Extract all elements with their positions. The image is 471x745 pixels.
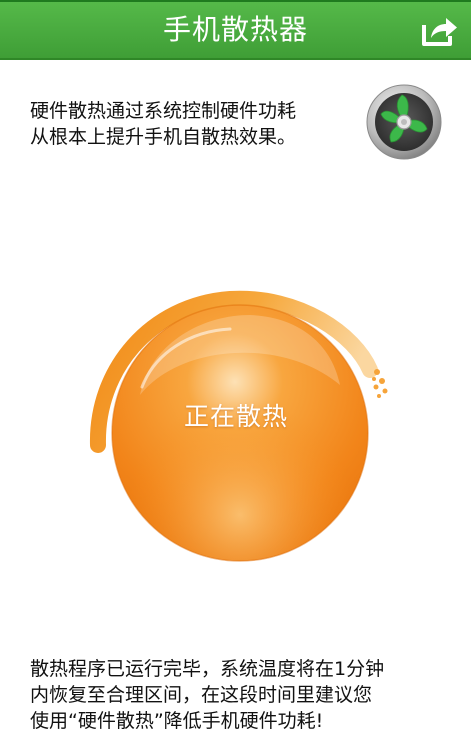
sparkle-dots — [372, 369, 388, 398]
share-icon — [422, 18, 457, 46]
fan-icon — [366, 84, 442, 160]
title-bar: 手机散热器 — [0, 2, 471, 60]
hardware-cooling-button[interactable] — [364, 82, 444, 162]
intro-text: 硬件散热通过系统控制硬件功耗 从根本上提升手机自散热效果。 — [30, 98, 350, 150]
share-button[interactable] — [418, 11, 462, 51]
message-line: 内恢复至合理区间，在这段时间里建议您 — [30, 684, 373, 706]
message-line: 散热程序已运行完毕，系统温度将在1分钟 — [30, 658, 385, 680]
intro-line: 从根本上提升手机自散热效果。 — [30, 126, 297, 148]
intro-line: 硬件散热通过系统控制硬件功耗 — [30, 100, 297, 122]
message-line: 使用“硬件散热”降低手机硬件功耗! — [30, 710, 324, 732]
cooling-status-label: 正在散热 — [183, 402, 288, 431]
page-title: 手机散热器 — [162, 13, 308, 46]
result-message: 散热程序已运行完毕，系统温度将在1分钟 内恢复至合理区间，在这段时间里建议您 使… — [30, 656, 450, 734]
